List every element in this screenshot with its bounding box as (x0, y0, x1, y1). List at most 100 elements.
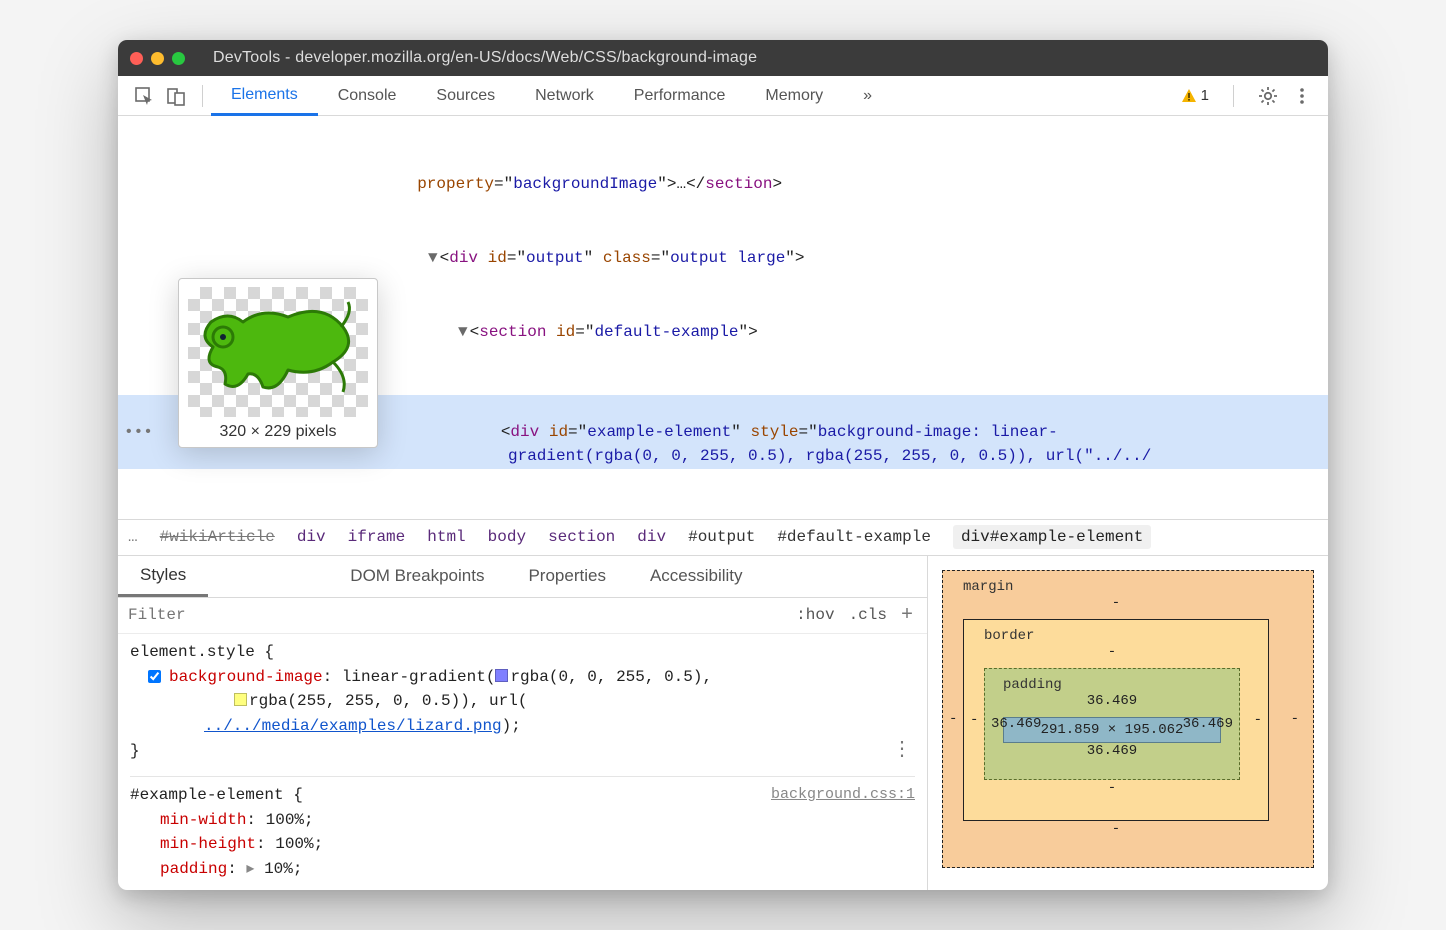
box-label: padding (1003, 677, 1062, 693)
color-swatch-icon[interactable] (234, 693, 247, 706)
border-right[interactable]: - (1254, 712, 1262, 728)
new-style-rule-button[interactable]: + (901, 604, 917, 627)
gutter-ellipsis-icon: ••• (118, 423, 153, 441)
breadcrumb-item[interactable]: html (427, 528, 465, 546)
tabs-overflow-button[interactable]: » (843, 76, 892, 115)
subtab-dom-breakpoints[interactable]: DOM Breakpoints (328, 556, 506, 597)
border-top[interactable]: - (984, 644, 1240, 660)
breadcrumb-item[interactable]: div (297, 528, 326, 546)
subtab-accessibility[interactable]: Accessibility (628, 556, 765, 597)
attr-value-cont: gradient(rgba(0, 0, 255, 0.5), rgba(255,… (508, 447, 1151, 465)
close-tag: section (705, 175, 772, 193)
styles-rules[interactable]: element.style { background-image: linear… (118, 634, 927, 890)
css-value: url( (489, 692, 527, 710)
box-padding[interactable]: padding 36.469 36.469 36.469 291.859 × 1… (984, 668, 1240, 780)
attr-value: backgroundImage (513, 175, 657, 193)
breadcrumb-overflow[interactable]: … (128, 528, 138, 546)
box-label: border (984, 628, 1034, 644)
css-value[interactable]: rgba(255, 255, 0, 0.5) (249, 692, 460, 710)
settings-gear-icon[interactable] (1258, 86, 1278, 106)
css-value[interactable]: 100%; (275, 835, 323, 853)
warnings-count: 1 (1201, 87, 1209, 104)
margin-top[interactable]: - (963, 595, 1269, 611)
styles-pane: Styles DOM Breakpoints Properties Access… (118, 556, 928, 890)
styles-filter-bar: :hov .cls + (118, 598, 927, 634)
padding-right[interactable]: 36.469 (1183, 716, 1233, 732)
image-preview-tooltip: 320 × 229 pixels (178, 278, 378, 448)
attr-name: property (417, 175, 494, 193)
breadcrumb-item[interactable]: #wikiArticle (160, 528, 275, 546)
css-value[interactable]: rgba(0, 0, 255, 0.5) (510, 668, 702, 686)
url-link[interactable]: ../../media/examples/lizard.png (204, 717, 502, 735)
selector: element.style { (130, 640, 915, 665)
border-left[interactable]: - (970, 712, 978, 728)
padding-bottom[interactable]: 36.469 (1003, 743, 1221, 759)
css-value: ); (502, 717, 521, 735)
tab-performance[interactable]: Performance (614, 76, 746, 115)
property-toggle-checkbox[interactable] (148, 670, 161, 683)
css-prop-name[interactable]: background-image (169, 668, 323, 686)
subtab-computed[interactable] (208, 556, 328, 597)
color-swatch-icon[interactable] (495, 669, 508, 682)
box-margin[interactable]: margin - - - border - - - padding 36.469… (942, 570, 1314, 868)
window-close-button[interactable] (130, 52, 143, 65)
titlebar: DevTools - developer.mozilla.org/en-US/d… (118, 40, 1328, 76)
styles-subtabs: Styles DOM Breakpoints Properties Access… (118, 556, 927, 598)
tab-elements[interactable]: Elements (211, 76, 318, 116)
margin-right[interactable]: - (1291, 711, 1299, 727)
breadcrumb-item[interactable]: #default-example (777, 528, 931, 546)
css-prop-name[interactable]: min-height (160, 835, 256, 853)
main-toolbar: Elements Console Sources Network Perform… (118, 76, 1328, 116)
subtab-styles[interactable]: Styles (118, 556, 208, 597)
warnings-indicator[interactable]: 1 (1181, 87, 1209, 104)
attr-name: class (603, 249, 651, 267)
breadcrumb-item[interactable]: section (548, 528, 615, 546)
attr-name: id (556, 323, 575, 341)
margin-bottom[interactable]: - (963, 821, 1269, 837)
css-value[interactable]: 10%; (264, 860, 302, 878)
hov-toggle[interactable]: :hov (796, 606, 834, 624)
border-bottom[interactable]: - (984, 780, 1240, 796)
breadcrumb-item[interactable]: body (488, 528, 526, 546)
style-rule-element: element.style { background-image: linear… (130, 640, 915, 768)
attr-name: id (488, 249, 507, 267)
css-prop-name[interactable]: padding (160, 860, 227, 878)
styles-filter-input[interactable] (118, 606, 786, 624)
padding-left[interactable]: 36.469 (991, 716, 1041, 732)
box-border[interactable]: border - - - padding 36.469 36.469 36.46… (963, 619, 1269, 821)
attr-value: default-example (594, 323, 738, 341)
subtab-properties[interactable]: Properties (506, 556, 627, 597)
attr-value: output (526, 249, 584, 267)
inspect-element-icon[interactable] (134, 86, 154, 106)
css-prop-name[interactable]: min-width (160, 811, 246, 829)
styles-split: Styles DOM Breakpoints Properties Access… (118, 556, 1328, 890)
ellipsis: … (676, 175, 686, 193)
tab-network[interactable]: Network (515, 76, 614, 115)
attr-value: example-element (587, 423, 731, 441)
breadcrumb-item[interactable]: #output (688, 528, 755, 546)
expand-shorthand-icon[interactable]: ▸ (246, 860, 254, 878)
tab-sources[interactable]: Sources (416, 76, 515, 115)
breadcrumb-bar[interactable]: … #wikiArticle div iframe html body sect… (118, 520, 1328, 556)
css-value[interactable]: 100%; (266, 811, 314, 829)
window-zoom-button[interactable] (172, 52, 185, 65)
margin-left[interactable]: - (949, 711, 957, 727)
rule-more-icon[interactable]: ⋮ (892, 735, 911, 766)
image-dimensions-label: 320 × 229 pixels (187, 423, 369, 441)
cls-toggle[interactable]: .cls (849, 606, 887, 624)
device-toolbar-icon[interactable] (166, 86, 186, 106)
source-link[interactable]: background.css:1 (771, 783, 915, 806)
breadcrumb-item[interactable]: div (637, 528, 666, 546)
kebab-menu-icon[interactable] (1294, 86, 1310, 106)
padding-top[interactable]: 36.469 (1003, 693, 1221, 709)
attr-value: background-image: linear- (818, 423, 1058, 441)
tab-console[interactable]: Console (318, 76, 417, 115)
tab-memory[interactable]: Memory (745, 76, 843, 115)
tag: div (449, 249, 478, 267)
tag: section (479, 323, 546, 341)
window-minimize-button[interactable] (151, 52, 164, 65)
computed-box-model: margin - - - border - - - padding 36.469… (928, 556, 1328, 890)
breadcrumb-item-active[interactable]: div#example-element (953, 525, 1151, 549)
css-value[interactable]: linear-gradient( (342, 668, 496, 686)
breadcrumb-item[interactable]: iframe (348, 528, 406, 546)
